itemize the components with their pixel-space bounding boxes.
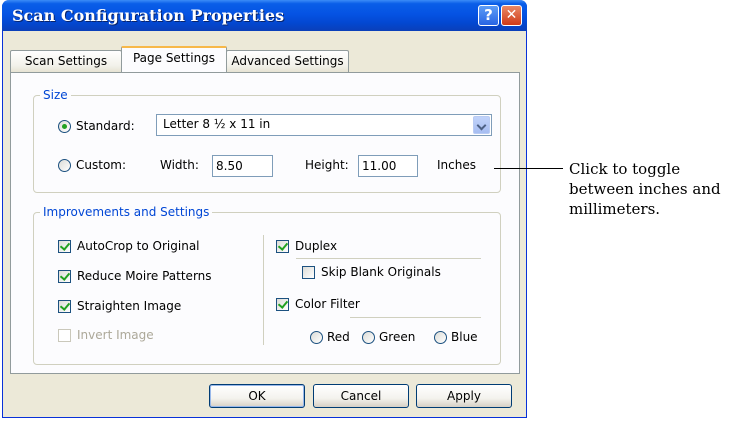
size-group: Size [33,88,501,193]
page-size-select[interactable]: Letter 8 ½ x 11 in [156,114,492,136]
callout-pointer-line [494,168,563,169]
invert-image-checkbox [58,329,71,342]
tab-advanced-settings[interactable]: Advanced Settings [226,50,349,72]
straighten-image-label: Straighten Image [77,299,182,313]
width-label: Width: [160,158,199,172]
improvements-group: Improvements and Settings [33,205,501,365]
autocrop-checkbox[interactable] [58,240,71,253]
apply-button[interactable]: Apply [416,384,512,408]
chevron-down-icon[interactable] [473,116,490,134]
autocrop-label: AutoCrop to Original [77,239,200,253]
duplex-label: Duplex [295,239,338,253]
help-icon[interactable]: ? [478,5,499,26]
skip-blank-label: Skip Blank Originals [321,265,441,279]
reduce-moire-label: Reduce Moire Patterns [77,269,212,283]
red-radio[interactable] [310,331,323,344]
width-field[interactable]: 8.50 [212,155,273,177]
cancel-button[interactable]: Cancel [313,384,409,408]
custom-radio[interactable] [58,159,71,172]
green-radio[interactable] [362,331,375,344]
standard-radio[interactable] [58,120,71,133]
tab-page-settings[interactable]: Page Settings [121,46,227,72]
blue-label: Blue [451,330,478,344]
reduce-moire-checkbox[interactable] [58,270,71,283]
height-label: Height: [305,158,349,172]
color-filter-checkbox[interactable] [276,298,289,311]
tab-scan-settings[interactable]: Scan Settings [10,50,122,72]
ok-button[interactable]: OK [209,384,305,408]
standard-label: Standard: [76,119,135,133]
window-title: Scan Configuration Properties [12,6,285,25]
title-bar[interactable]: Scan Configuration Properties ? ✕ [2,0,527,31]
radio-selected-dot [62,124,67,129]
red-label: Red [327,330,350,344]
green-label: Green [379,330,416,344]
page-size-value: Letter 8 ½ x 11 in [163,117,271,131]
close-icon[interactable]: ✕ [501,5,522,26]
improvements-group-legend: Improvements and Settings [40,205,213,219]
duplex-divider [296,258,481,259]
callout-annotation: Click to toggle between inches and milli… [569,159,721,219]
size-group-legend: Size [40,88,71,102]
color-filter-label: Color Filter [295,297,360,311]
callout-line-1: Click to toggle [569,160,681,178]
custom-label: Custom: [76,158,127,172]
invert-image-label: Invert Image [77,328,154,342]
blue-radio[interactable] [434,331,447,344]
callout-line-2: between inches and [569,180,721,198]
height-field[interactable]: 11.00 [358,155,418,177]
duplex-checkbox[interactable] [276,240,289,253]
column-divider [263,235,264,345]
skip-blank-checkbox[interactable] [302,266,315,279]
straighten-image-checkbox[interactable] [58,300,71,313]
color-filter-divider [350,317,481,318]
units-toggle[interactable]: Inches [437,158,476,172]
callout-line-3: millimeters. [569,200,661,218]
